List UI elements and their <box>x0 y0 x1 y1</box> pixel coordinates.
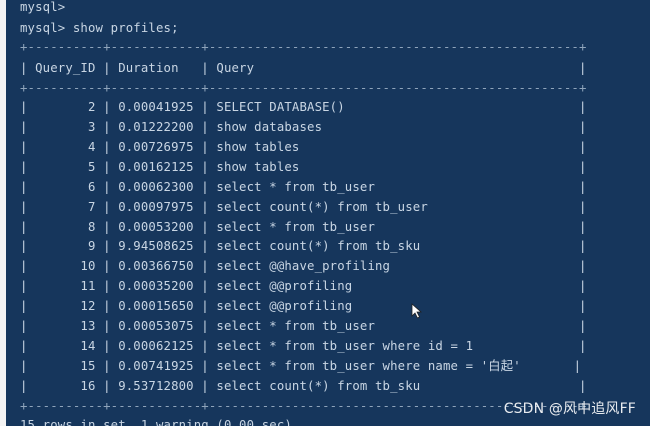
table-row: | 8 | 0.00053200 | select * from tb_user… <box>20 220 587 234</box>
mouse-pointer-icon <box>411 303 423 319</box>
table-row: | 3 | 0.01222200 | show databases | <box>20 120 587 134</box>
csdn-watermark: CSDN @风中追风FF <box>503 401 636 417</box>
table-row: | 16 | 9.53712800 | select count(*) from… <box>20 379 587 393</box>
result-summary: 15 rows in set, 1 warning (0.00 sec) <box>20 418 292 426</box>
table-top-border: +----------+------------+---------------… <box>20 40 587 54</box>
table-row: | 6 | 0.00062300 | select * from tb_user… <box>20 180 587 194</box>
table-bottom-border: +----------+------------+---------------… <box>20 399 587 413</box>
table-row: | 11 | 0.00035200 | select @@profiling | <box>20 279 587 293</box>
table-row: | 4 | 0.00726975 | show tables | <box>20 140 587 154</box>
table-row: | 5 | 0.00162125 | show tables | <box>20 160 587 174</box>
table-row: | 10 | 0.00366750 | select @@have_profil… <box>20 259 587 273</box>
table-row: | 15 | 0.00741925 | select * from tb_use… <box>20 359 582 373</box>
table-row: | 9 | 9.94508625 | select count(*) from … <box>20 239 587 253</box>
table-row: | 7 | 0.00097975 | select count(*) from … <box>20 200 587 214</box>
table-row: | 13 | 0.00053075 | select * from tb_use… <box>20 319 587 333</box>
table-row: | 14 | 0.00062125 | select * from tb_use… <box>20 339 587 353</box>
table-header-border: +----------+------------+---------------… <box>20 81 587 95</box>
table-header-row: | Query_ID | Duration | Query | <box>20 61 587 75</box>
table-row: | 2 | 0.00041925 | SELECT DATABASE() | <box>20 100 587 114</box>
prompt-line: mysql> <box>20 0 66 14</box>
command-line: mysql> show profiles; <box>20 21 179 35</box>
terminal-window[interactable]: mysql> mysql> show profiles; +----------… <box>6 0 650 426</box>
table-row: | 12 | 0.00015650 | select @@profiling | <box>20 299 587 313</box>
